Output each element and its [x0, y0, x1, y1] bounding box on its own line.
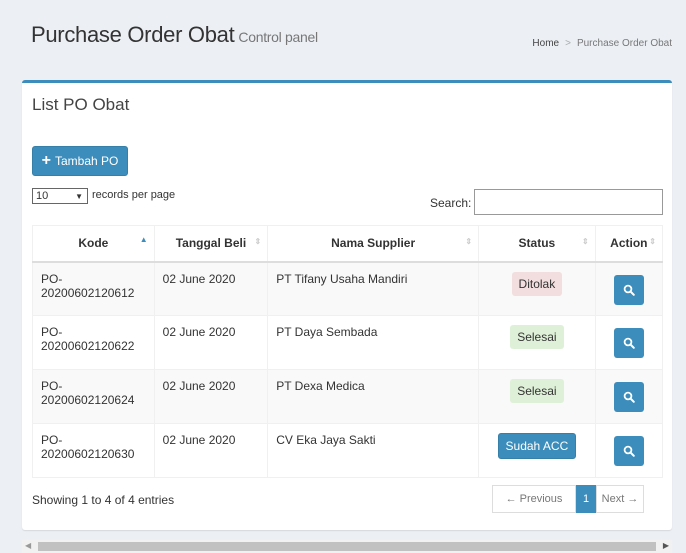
caret-down-icon: ▼: [75, 191, 83, 201]
cell-action: [594, 369, 664, 424]
search-icon: [623, 337, 635, 349]
kode-number: 20200602120612: [41, 285, 135, 300]
page-number-button[interactable]: 1: [576, 485, 596, 513]
table-row: PO- 20200602120624 02 June 2020 PT Dexa M…: [32, 369, 664, 424]
kode-prefix: PO-: [41, 433, 63, 447]
sort-icon: ⇕: [254, 237, 262, 246]
cell-kode: PO- 20200602120622: [32, 315, 155, 370]
cell-tanggal: 02 June 2020: [153, 369, 269, 424]
records-per-page-value: 10: [36, 190, 49, 202]
view-button[interactable]: [613, 274, 644, 305]
cell-status: Selesai: [478, 315, 596, 370]
column-header-label: Nama Supplier: [331, 236, 416, 251]
column-header-label: Action: [610, 236, 648, 251]
search-input[interactable]: [474, 189, 663, 215]
cell-tanggal: 02 June 2020: [153, 261, 269, 316]
column-header-label: Kode: [78, 236, 109, 251]
po-table: Kode ▲ Tanggal Beli ⇕ Nama Supplier ⇕ Statu…: [32, 225, 664, 478]
view-button[interactable]: [613, 328, 644, 358]
cell-supplier: PT Daya Sembada: [267, 315, 480, 370]
sort-icon: ⇕: [581, 237, 589, 246]
column-header-status[interactable]: Status ⇕: [478, 225, 596, 263]
search-label: Search:: [430, 196, 472, 210]
column-header-tanggal-beli[interactable]: Tanggal Beli ⇕: [153, 225, 269, 263]
pagination: ← Previous 1 Next →: [492, 485, 644, 513]
table-row: PO- 20200602120622 02 June 2020 PT Daya S…: [32, 315, 664, 370]
sort-icon: ⇕: [465, 237, 473, 246]
cell-supplier: CV Eka Jaya Sakti: [267, 423, 480, 478]
kode-prefix: PO-: [41, 325, 63, 339]
cell-supplier: PT Tifany Usaha Mandiri: [267, 261, 480, 316]
sort-asc-icon: ▲: [139, 235, 148, 244]
column-header-nama-supplier[interactable]: Nama Supplier ⇕: [267, 225, 480, 263]
po-list-box: List PO Obat + Tambah PO 10 ▼ records pe…: [22, 80, 672, 530]
horizontal-scrollbar[interactable]: ◀ ▶: [22, 540, 672, 553]
column-header-kode[interactable]: Kode ▲: [32, 225, 155, 263]
cell-tanggal: 02 June 2020: [153, 315, 269, 370]
sort-icon: ⇕: [649, 237, 656, 246]
breadcrumb: Home > Purchase Order Obat: [532, 38, 672, 49]
cell-kode: PO- 20200602120612: [32, 261, 155, 316]
search-icon: [623, 284, 635, 296]
add-po-button[interactable]: + Tambah PO: [32, 146, 128, 176]
view-button[interactable]: [613, 436, 644, 466]
add-po-label: Tambah PO: [54, 154, 119, 168]
table-row: PO- 20200602120612 02 June 2020 PT Tifany…: [32, 261, 664, 316]
cell-action: [594, 261, 664, 316]
status-badge: Ditolak: [511, 271, 563, 296]
next-page-button[interactable]: Next →: [596, 485, 644, 513]
records-per-page-select[interactable]: 10 ▼: [32, 188, 88, 204]
cell-kode: PO- 20200602120624: [32, 369, 155, 424]
cell-status: Ditolak: [478, 261, 596, 316]
column-header-label: Status: [518, 236, 556, 251]
box-title: List PO Obat: [32, 95, 130, 114]
table-header-row: Kode ▲ Tanggal Beli ⇕ Nama Supplier ⇕ Statu…: [32, 225, 664, 263]
status-badge: Sudah ACC: [497, 433, 577, 459]
breadcrumb-current: Purchase Order Obat: [576, 38, 672, 49]
kode-prefix: PO-: [41, 379, 63, 393]
search-icon: [623, 445, 635, 457]
breadcrumb-separator: >: [565, 38, 571, 49]
page-title-text: Purchase Order Obat: [31, 22, 235, 47]
kode-number: 20200602120624: [41, 393, 135, 407]
kode-number: 20200602120630: [41, 447, 135, 461]
kode-number: 20200602120622: [41, 339, 135, 353]
breadcrumb-home[interactable]: Home: [532, 38, 559, 49]
cell-action: [594, 423, 664, 478]
column-header-label: Tanggal Beli: [175, 236, 247, 251]
scroll-left-icon[interactable]: ◀: [25, 541, 31, 550]
page-subtitle: Control panel: [238, 29, 318, 45]
cell-status: Selesai: [478, 369, 596, 424]
cell-status: Sudah ACC: [478, 423, 596, 478]
cell-kode: PO- 20200602120630: [32, 423, 155, 478]
cell-supplier: PT Dexa Medica: [267, 369, 480, 424]
kode-prefix: PO-: [41, 271, 63, 286]
status-badge: Selesai: [510, 325, 564, 349]
plus-icon: +: [41, 152, 51, 169]
page-title: Purchase Order Obat Control panel: [31, 22, 318, 48]
cell-action: [594, 315, 664, 370]
column-header-action[interactable]: Action ⇕: [594, 225, 664, 263]
search-icon: [623, 391, 635, 403]
view-button[interactable]: [613, 382, 644, 412]
table-row: PO- 20200602120630 02 June 2020 CV Eka Ja…: [32, 423, 664, 478]
scroll-right-icon[interactable]: ▶: [663, 541, 669, 550]
status-badge: Selesai: [510, 379, 564, 403]
records-per-page-label: records per page: [92, 189, 176, 201]
scrollbar-thumb[interactable]: [38, 542, 656, 551]
cell-tanggal: 02 June 2020: [153, 423, 269, 478]
content-header: Purchase Order Obat Control panel Home > Pu…: [0, 0, 686, 60]
previous-page-button[interactable]: ← Previous: [492, 485, 576, 513]
table-info: Showing 1 to 4 of 4 entries: [32, 493, 175, 507]
